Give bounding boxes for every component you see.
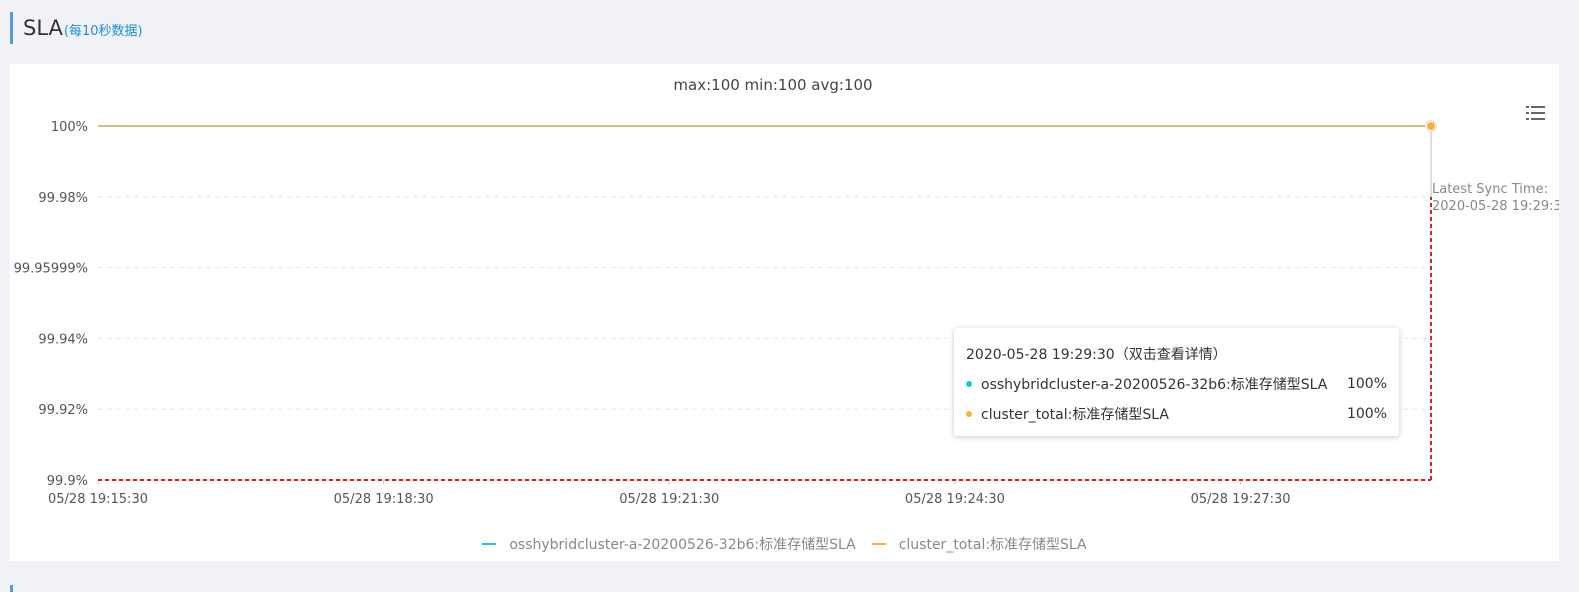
y-tick-label: 99.92% xyxy=(38,403,88,418)
tooltip-time: 2020-05-28 19:29:30（双击查看详情） xyxy=(966,347,1227,363)
sla-line-chart[interactable]: max:100 min:100 avg:100 100% 99.98% 99.959… xyxy=(10,64,1559,534)
chart-title: max:100 min:100 avg:100 xyxy=(673,76,872,94)
tooltip-series-name: cluster_total:标准存储型SLA xyxy=(981,407,1169,423)
x-tick-label: 05/28 19:18:30 xyxy=(334,492,434,507)
section-title: SLA xyxy=(23,16,63,40)
chart-menu-icon[interactable] xyxy=(1526,104,1546,122)
section-header: SLA (每10秒数据) xyxy=(10,12,143,44)
legend-item-osshybridcluster[interactable]: osshybridcluster-a-20200526-32b6:标准存储型SL… xyxy=(482,534,856,554)
tooltip-dot-icon xyxy=(966,411,972,417)
y-tick-label: 99.94% xyxy=(38,332,88,347)
tooltip-row: osshybridcluster-a-20200526-32b6:标准存储型SL… xyxy=(966,374,1387,394)
x-tick-label: 05/28 19:24:30 xyxy=(905,492,1005,507)
next-section-marker xyxy=(10,585,13,592)
tooltip-series-value: 100% xyxy=(1346,406,1387,422)
section-subtitle: (每10秒数据) xyxy=(63,24,143,39)
y-tick-label: 99.9% xyxy=(47,474,88,489)
chart-legend: osshybridcluster-a-20200526-32b6:标准存储型SL… xyxy=(10,534,1559,554)
tooltip-series-value: 100% xyxy=(1346,376,1387,392)
x-tick-label: 05/28 19:15:30 xyxy=(48,492,148,507)
chart-tooltip: 2020-05-28 19:29:30（双击查看详情） osshybridclu… xyxy=(954,328,1399,436)
legend-item-cluster-total[interactable]: cluster_total:标准存储型SLA xyxy=(871,534,1087,554)
y-tick-label: 100% xyxy=(51,120,88,135)
legend-line-icon xyxy=(482,543,497,545)
y-tick-label: 99.98% xyxy=(38,191,88,206)
sync-label-time: 2020-05-28 19:29:30 xyxy=(1432,199,1559,214)
legend-label: cluster_total:标准存储型SLA xyxy=(898,537,1087,553)
x-tick-label: 05/28 19:27:30 xyxy=(1191,492,1291,507)
tooltip-dot-icon xyxy=(966,381,972,387)
legend-line-icon xyxy=(871,543,886,545)
sync-label-title: Latest Sync Time: xyxy=(1432,182,1548,197)
chart-card: max:100 min:100 avg:100 100% 99.98% 99.959… xyxy=(10,64,1559,561)
highlight-point[interactable] xyxy=(1427,122,1435,130)
y-tick-label: 99.95999% xyxy=(14,262,88,277)
x-tick-label: 05/28 19:21:30 xyxy=(619,492,719,507)
legend-label: osshybridcluster-a-20200526-32b6:标准存储型SL… xyxy=(509,537,856,553)
tooltip-row: cluster_total:标准存储型SLA 100% xyxy=(966,404,1387,424)
tooltip-series-name: osshybridcluster-a-20200526-32b6:标准存储型SL… xyxy=(981,377,1328,393)
